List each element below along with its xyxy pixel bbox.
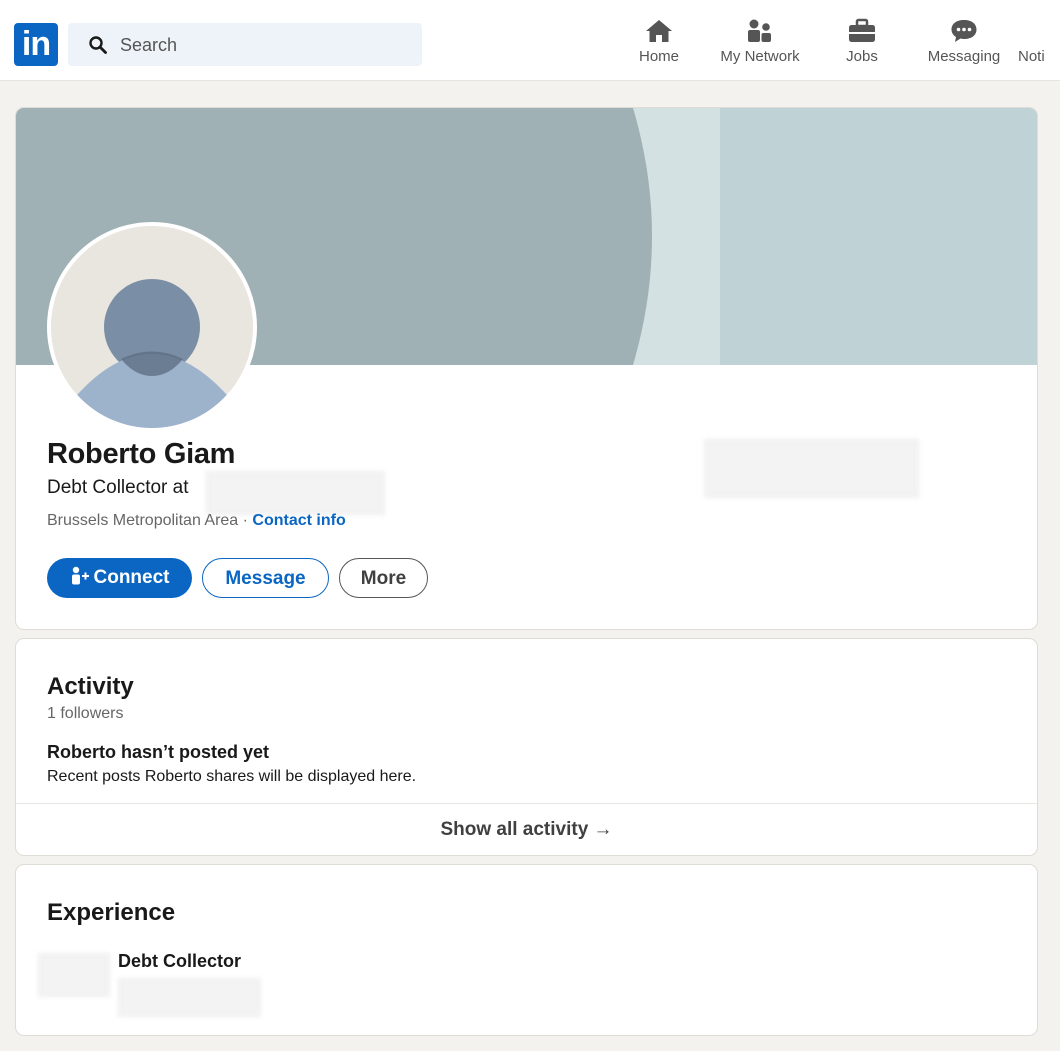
- nav-item-notifications[interactable]: Noti: [1018, 18, 1060, 74]
- profile-location-line: Brussels Metropolitan Area · Contact inf…: [47, 512, 346, 530]
- add-person-icon: [71, 566, 89, 585]
- contact-info-link[interactable]: Contact info: [252, 512, 345, 529]
- nav-label-jobs: Jobs: [846, 48, 878, 65]
- connect-button[interactable]: Connect: [47, 558, 192, 598]
- profile-headline: Debt Collector at: [47, 477, 189, 498]
- message-icon: [951, 20, 977, 42]
- linkedin-logo[interactable]: in: [14, 23, 58, 66]
- no-posts-title: Roberto hasn’t posted yet: [47, 742, 270, 762]
- show-all-activity-button[interactable]: Show all activity →: [16, 803, 1037, 855]
- search-box[interactable]: [68, 23, 422, 68]
- network-icon: [748, 19, 771, 42]
- activity-title: Activity: [47, 673, 134, 700]
- profile-location: Brussels Metropolitan Area ·: [47, 512, 253, 529]
- search-icon: [89, 36, 107, 54]
- no-posts-description: Recent posts Roberto shares will be disp…: [47, 768, 417, 785]
- profile-card: Roberto Giam Debt Collector at Brussels …: [15, 107, 1038, 630]
- redacted-company-logo: [38, 953, 110, 997]
- more-button[interactable]: More: [339, 558, 428, 598]
- redacted-experience-company: [118, 978, 261, 1017]
- nav-label-home: Home: [638, 48, 679, 65]
- top-nav-bar: in Home My Network Jobs: [0, 0, 1060, 81]
- more-button-label: More: [360, 568, 407, 589]
- nav-item-my-network[interactable]: My Network: [714, 18, 806, 74]
- profile-name: Roberto Giam: [47, 438, 236, 470]
- activity-card: Activity 1 followers Roberto hasn’t post…: [15, 638, 1038, 856]
- profile-avatar[interactable]: [47, 222, 257, 432]
- home-icon: [646, 20, 672, 42]
- briefcase-icon: [849, 18, 875, 42]
- redacted-company: [206, 471, 385, 515]
- experience-title: Experience: [47, 899, 176, 926]
- nav-item-home[interactable]: Home: [632, 18, 686, 74]
- connect-button-label: Connect: [93, 567, 170, 588]
- nav-label-my-network: My Network: [720, 48, 800, 65]
- nav-item-messaging[interactable]: Messaging: [922, 18, 1006, 74]
- message-button[interactable]: Message: [202, 558, 329, 598]
- experience-card: Experience Debt Collector: [15, 864, 1038, 1036]
- message-button-label: Message: [225, 568, 306, 589]
- search-input[interactable]: [118, 23, 412, 68]
- experience-role: Debt Collector: [118, 951, 242, 971]
- nav-item-jobs[interactable]: Jobs: [836, 18, 888, 74]
- default-avatar-icon: [51, 226, 253, 428]
- nav-label-messaging: Messaging: [927, 48, 1001, 65]
- nav-label-notifications: Noti: [1018, 48, 1045, 65]
- followers-count[interactable]: 1 followers: [47, 705, 123, 723]
- redacted-current-company: [704, 439, 919, 498]
